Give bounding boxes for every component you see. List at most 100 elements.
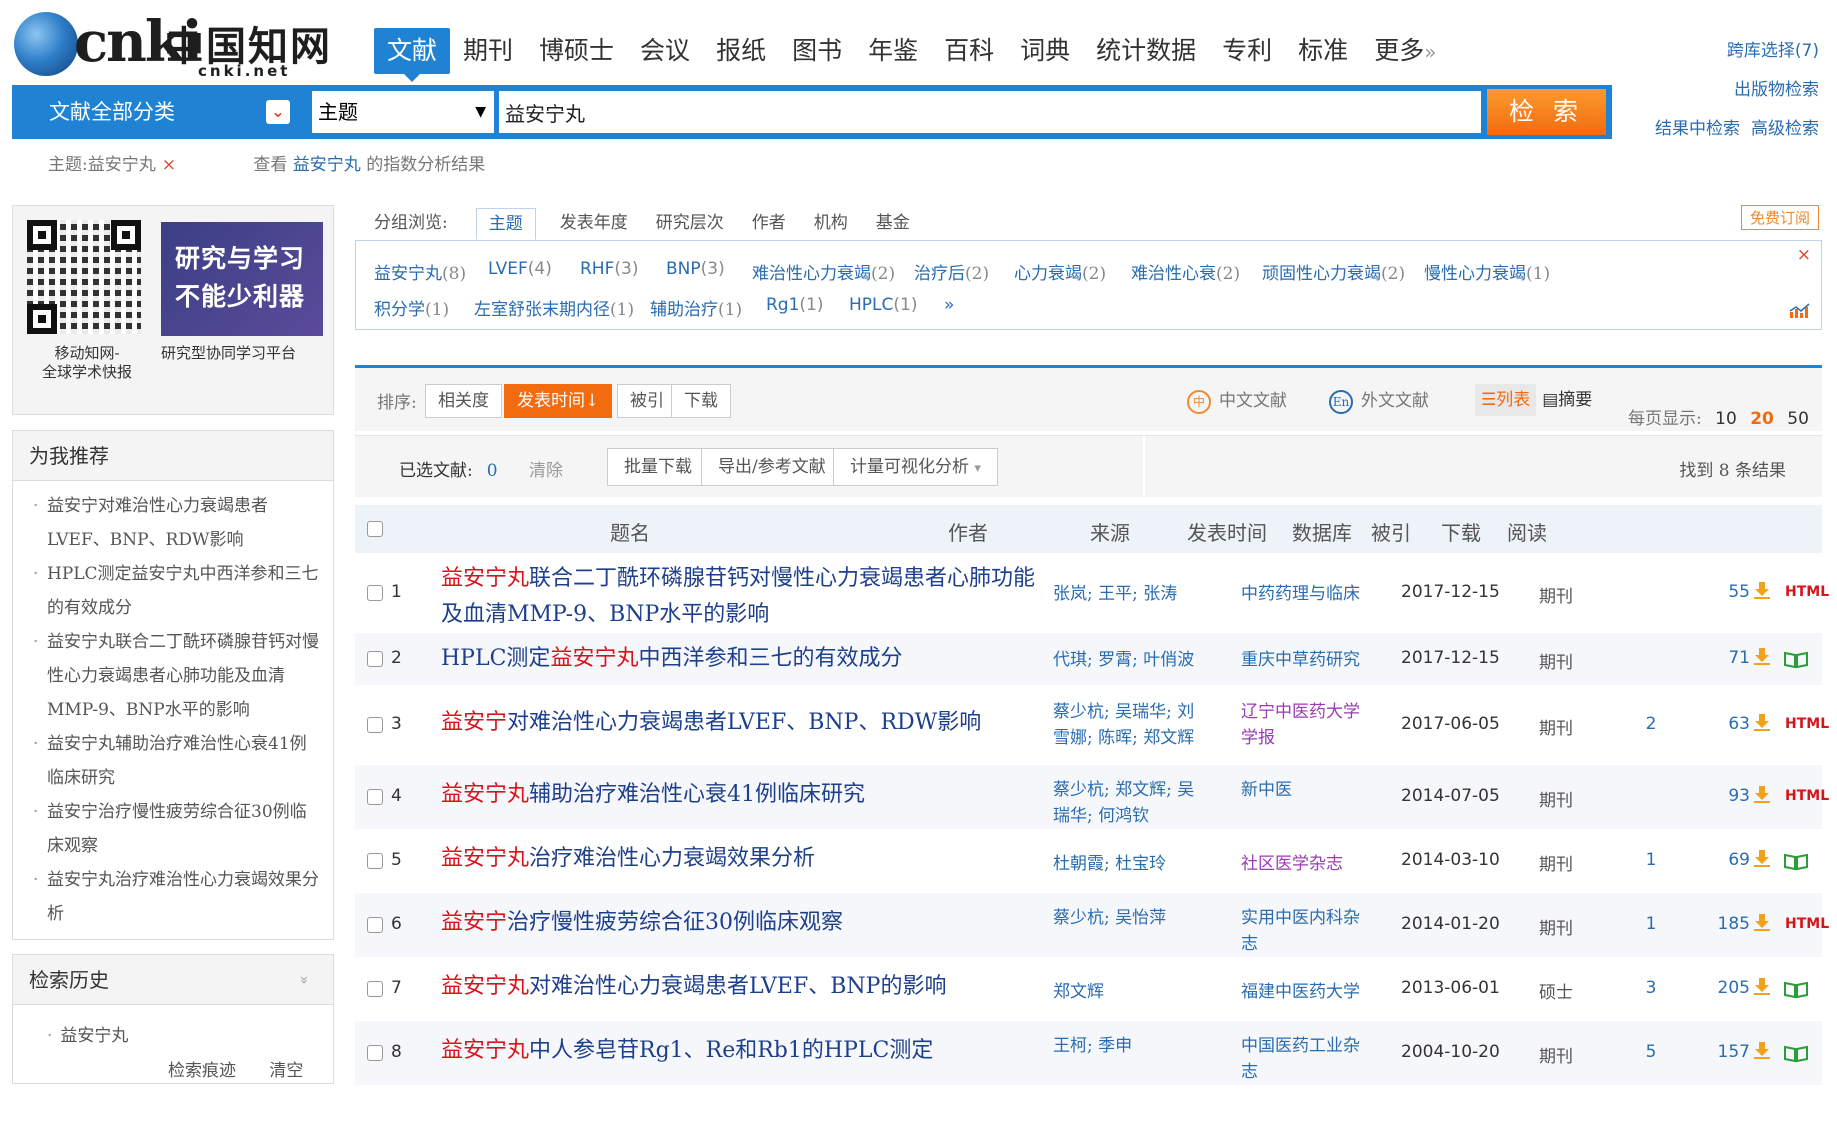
cited-count[interactable]: 2 bbox=[1631, 714, 1671, 734]
search-in-results-link[interactable]: 结果中检索 bbox=[1655, 114, 1740, 139]
article-title-link[interactable]: 益安宁丸中人参皂苷Rg1、Re和Rb1的HPLC测定 bbox=[441, 1033, 1041, 1069]
batch-download-button[interactable]: 批量下载 bbox=[607, 448, 709, 486]
search-trace-link[interactable]: 检索痕迹 bbox=[168, 1061, 236, 1081]
book-read-icon[interactable] bbox=[1783, 979, 1809, 999]
facet-item[interactable]: 难治性心力衰竭(2) bbox=[752, 259, 895, 284]
header-title[interactable]: 题名 bbox=[610, 517, 650, 546]
article-title-link[interactable]: HPLC测定益安宁丸中西洋参和三七的有效成分 bbox=[441, 641, 1041, 677]
article-title-link[interactable]: 益安宁丸联合二丁酰环磷腺苷钙对慢性心力衰竭患者心肺功能及血清MMP-9、BNP水… bbox=[441, 561, 1041, 633]
book-read-icon[interactable] bbox=[1783, 649, 1809, 669]
facet-item[interactable]: RHF(3) bbox=[580, 259, 638, 279]
article-title-link[interactable]: 益安宁对难治性心力衰竭患者LVEF、BNP、RDW影响 bbox=[441, 705, 1041, 741]
row-checkbox[interactable] bbox=[367, 853, 383, 869]
sort-date-button[interactable]: 发表时间↓ bbox=[504, 384, 613, 418]
download-icon[interactable] bbox=[1753, 977, 1771, 995]
nav-item-standards[interactable]: 标准 bbox=[1285, 28, 1361, 74]
search-button[interactable]: 检 索 bbox=[1487, 89, 1606, 135]
source-link[interactable]: 实用中医内科杂志 bbox=[1241, 905, 1376, 957]
trend-chart-icon[interactable] bbox=[1789, 303, 1811, 319]
source-link[interactable]: 中药药理与临床 bbox=[1241, 581, 1376, 607]
recommend-item[interactable]: 益安宁丸联合二丁酰环磷腺苷钙对慢性心力衰竭患者心肺功能及血清MMP-9、BNP水… bbox=[33, 625, 319, 727]
facet-item[interactable]: LVEF(4) bbox=[488, 259, 552, 279]
per-page-20[interactable]: 20 bbox=[1750, 409, 1774, 429]
nav-item-journals[interactable]: 期刊 bbox=[450, 28, 526, 74]
cited-count[interactable]: 1 bbox=[1631, 850, 1671, 870]
nav-item-yearbooks[interactable]: 年鉴 bbox=[855, 28, 931, 74]
book-read-icon[interactable] bbox=[1783, 1043, 1809, 1063]
per-page-10[interactable]: 10 bbox=[1715, 409, 1737, 429]
cross-database-select-link[interactable]: 跨库选择(7) bbox=[1727, 36, 1819, 61]
sort-cited-button[interactable]: 被引 bbox=[617, 384, 677, 418]
download-icon[interactable] bbox=[1753, 647, 1771, 665]
publication-search-link[interactable]: 出版物检索 bbox=[1734, 75, 1819, 100]
facet-item[interactable]: HPLC(1) bbox=[849, 295, 917, 315]
source-link[interactable]: 社区医学杂志 bbox=[1241, 851, 1376, 877]
nav-item-books[interactable]: 图书 bbox=[779, 28, 855, 74]
collapse-chevron-icon[interactable]: » bbox=[279, 975, 329, 984]
download-icon[interactable] bbox=[1753, 849, 1771, 867]
facet-item[interactable]: 积分学(1) bbox=[374, 295, 449, 320]
source-link[interactable]: 福建中医药大学 bbox=[1241, 979, 1376, 1005]
html-read-link[interactable]: HTML bbox=[1785, 716, 1829, 732]
author-links[interactable]: 蔡少杭; 吴怡萍 bbox=[1053, 905, 1203, 931]
article-title-link[interactable]: 益安宁丸对难治性心力衰竭患者LVEF、BNP的影响 bbox=[441, 969, 1041, 1005]
cited-count[interactable]: 3 bbox=[1631, 978, 1671, 998]
more-facets-icon[interactable]: » bbox=[944, 295, 954, 315]
select-all-checkbox[interactable] bbox=[367, 521, 383, 537]
export-references-button[interactable]: 导出/参考文献 bbox=[701, 448, 843, 486]
facet-item[interactable]: 难治性心衰(2) bbox=[1131, 259, 1240, 284]
nav-item-statistics[interactable]: 统计数据 bbox=[1083, 28, 1209, 74]
row-checkbox[interactable] bbox=[367, 917, 383, 933]
header-source[interactable]: 来源 bbox=[1090, 517, 1130, 546]
author-links[interactable]: 蔡少杭; 吴瑞华; 刘雪娜; 陈晖; 郑文辉 bbox=[1053, 699, 1203, 751]
nav-item-conferences[interactable]: 会议 bbox=[627, 28, 703, 74]
header-downloads[interactable]: 下载 bbox=[1441, 517, 1481, 546]
recommend-item[interactable]: 益安宁对难治性心力衰竭患者LVEF、BNP、RDW影响 bbox=[33, 489, 319, 557]
clear-history-link[interactable]: 清空 bbox=[269, 1061, 303, 1081]
summary-view-button[interactable]: ▤摘要 bbox=[1536, 384, 1598, 416]
tab-research-level[interactable]: 研究层次 bbox=[656, 208, 724, 240]
header-database[interactable]: 数据库 bbox=[1292, 517, 1352, 546]
source-link[interactable]: 新中医 bbox=[1241, 777, 1376, 803]
per-page-50[interactable]: 50 bbox=[1787, 409, 1809, 429]
book-read-icon[interactable] bbox=[1783, 851, 1809, 871]
tab-author[interactable]: 作者 bbox=[752, 208, 786, 240]
author-links[interactable]: 杜朝霞; 杜宝玲 bbox=[1053, 851, 1203, 877]
row-checkbox[interactable] bbox=[367, 789, 383, 805]
history-item[interactable]: · 益安宁丸 bbox=[13, 1005, 333, 1046]
row-checkbox[interactable] bbox=[367, 981, 383, 997]
row-checkbox[interactable] bbox=[367, 585, 383, 601]
download-icon[interactable] bbox=[1753, 913, 1771, 931]
facet-item[interactable]: 慢性心力衰竭(1) bbox=[1424, 259, 1550, 284]
facet-item[interactable]: BNP(3) bbox=[666, 259, 725, 279]
cnki-logo[interactable]: cnki 中国知网 cnki.net bbox=[14, 10, 334, 80]
tab-topic[interactable]: 主题 bbox=[475, 208, 536, 240]
row-checkbox[interactable] bbox=[367, 717, 383, 733]
source-link[interactable]: 中国医药工业杂志 bbox=[1241, 1033, 1376, 1085]
download-icon[interactable] bbox=[1753, 785, 1771, 803]
sort-relevance-button[interactable]: 相关度 bbox=[425, 384, 502, 418]
facet-item[interactable]: 益安宁丸(8) bbox=[374, 259, 466, 284]
index-analysis-keyword-link[interactable]: 益安宁丸 bbox=[293, 155, 361, 175]
html-read-link[interactable]: HTML bbox=[1785, 584, 1829, 600]
tab-year[interactable]: 发表年度 bbox=[560, 208, 628, 240]
cited-count[interactable]: 5 bbox=[1631, 1042, 1671, 1062]
download-icon[interactable] bbox=[1753, 1041, 1771, 1059]
search-input[interactable] bbox=[499, 91, 1481, 133]
clear-selection-link[interactable]: 清除 bbox=[529, 456, 563, 481]
facet-item[interactable]: 治疗后(2) bbox=[914, 259, 989, 284]
nav-item-literature[interactable]: 文献 bbox=[374, 28, 451, 82]
category-selector[interactable]: 文献全部分类 ⌄ bbox=[12, 85, 302, 139]
facet-item[interactable]: 顽固性心力衰竭(2) bbox=[1262, 259, 1405, 284]
nav-item-patents[interactable]: 专利 bbox=[1209, 28, 1285, 74]
nav-item-dictionary[interactable]: 词典 bbox=[1007, 28, 1083, 74]
html-read-link[interactable]: HTML bbox=[1785, 916, 1829, 932]
recommend-item[interactable]: 益安宁丸辅助治疗难治性心衰41例临床研究 bbox=[33, 727, 319, 795]
header-author[interactable]: 作者 bbox=[948, 517, 988, 546]
author-links[interactable]: 蔡少杭; 郑文辉; 吴瑞华; 何鸿钦 bbox=[1053, 777, 1203, 829]
download-icon[interactable] bbox=[1753, 713, 1771, 731]
remove-criteria-icon[interactable]: × bbox=[162, 155, 176, 175]
learning-platform-banner[interactable]: 研究与学习 不能少利器 bbox=[161, 222, 323, 336]
tab-institution[interactable]: 机构 bbox=[814, 208, 848, 240]
facet-item[interactable]: 辅助治疗(1) bbox=[650, 295, 742, 320]
